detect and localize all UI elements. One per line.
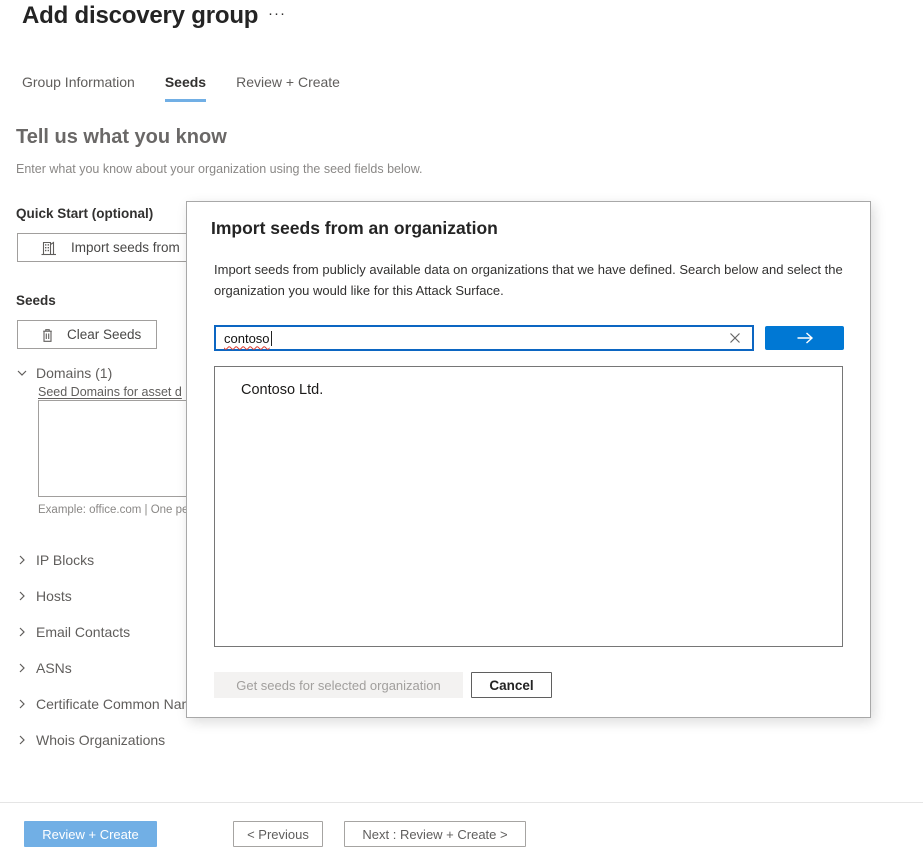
chevron-down-icon [16, 367, 28, 379]
chevron-right-icon [16, 662, 28, 674]
whois-organizations-section-toggle[interactable]: Whois Organizations [16, 730, 165, 750]
email-contacts-section-toggle[interactable]: Email Contacts [16, 622, 130, 642]
search-submit-button[interactable] [765, 326, 844, 350]
clear-seeds-button-label: Clear Seeds [67, 327, 142, 342]
dialog-description: Import seeds from publicly available dat… [214, 262, 843, 298]
whois-organizations-section-label: Whois Organizations [36, 732, 166, 748]
tab-seeds[interactable]: Seeds [164, 74, 207, 102]
chevron-right-icon [16, 590, 28, 602]
clear-search-icon[interactable] [726, 329, 744, 347]
review-create-button[interactable]: Review + Create [24, 821, 157, 847]
clear-seeds-button[interactable]: Clear Seeds [17, 320, 157, 349]
import-seeds-dialog: Import seeds from an organization Import… [186, 201, 871, 718]
section-description: Enter what you know about your organizat… [16, 162, 423, 176]
previous-button[interactable]: < Previous [233, 821, 323, 847]
chevron-right-icon [16, 734, 28, 746]
trash-icon [40, 327, 55, 343]
chevron-right-icon [16, 554, 28, 566]
arrow-right-icon [796, 331, 814, 345]
ellipsis-icon: ··· [268, 5, 286, 22]
page-title: Add discovery group [22, 2, 259, 29]
organization-result-item[interactable]: Contoso Ltd. [215, 367, 842, 398]
organization-building-icon [40, 239, 57, 256]
dialog-title: Import seeds from an organization [211, 218, 498, 238]
chevron-right-icon [16, 626, 28, 638]
cancel-button[interactable]: Cancel [471, 672, 552, 698]
text-cursor [270, 330, 272, 346]
footer-divider [0, 802, 923, 803]
organization-results-list: Contoso Ltd. [214, 366, 843, 647]
chevron-right-icon [16, 698, 28, 710]
more-options-button[interactable]: ··· [264, 0, 290, 27]
organization-search-input[interactable]: contoso [214, 325, 754, 351]
next-review-create-button[interactable]: Next : Review + Create > [344, 821, 526, 847]
asns-section-label: ASNs [36, 660, 72, 676]
tab-group-information[interactable]: Group Information [22, 74, 135, 102]
email-contacts-section-label: Email Contacts [36, 624, 131, 640]
organization-search-value: contoso [224, 330, 270, 346]
certificate-common-names-section-toggle[interactable]: Certificate Common Names [16, 694, 208, 714]
add-discovery-group-page: Add discovery group ··· Group Informatio… [0, 0, 923, 862]
hosts-section-toggle[interactable]: Hosts [16, 586, 72, 606]
domains-section-toggle[interactable]: Domains (1) [16, 365, 112, 381]
ip-blocks-section-toggle[interactable]: IP Blocks [16, 550, 94, 570]
get-seeds-button[interactable]: Get seeds for selected organization [214, 672, 463, 698]
seed-domains-field-label: Seed Domains for asset d [38, 385, 182, 399]
quick-start-label: Quick Start (optional) [16, 206, 154, 221]
hosts-section-label: Hosts [36, 588, 72, 604]
domains-section-label: Domains (1) [36, 365, 113, 381]
import-seeds-button-label: Import seeds from [71, 240, 180, 255]
tab-review-create[interactable]: Review + Create [236, 74, 340, 102]
asns-section-toggle[interactable]: ASNs [16, 658, 72, 678]
section-heading: Tell us what you know [16, 126, 227, 148]
wizard-tabs: Group Information Seeds Review + Create [22, 74, 340, 102]
certificate-common-names-section-label: Certificate Common Names [36, 696, 208, 712]
seeds-label: Seeds [16, 293, 56, 308]
ip-blocks-section-label: IP Blocks [36, 552, 95, 568]
